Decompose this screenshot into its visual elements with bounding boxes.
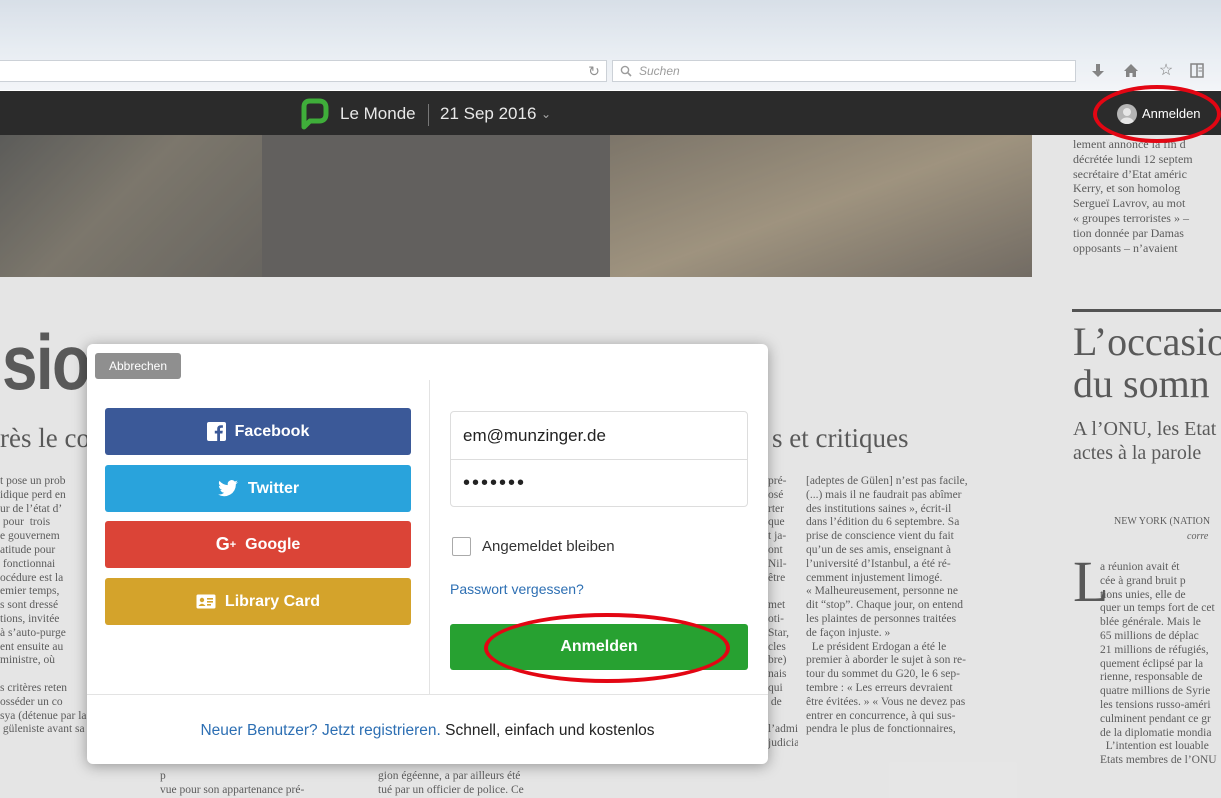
divider — [451, 459, 747, 460]
divider — [428, 104, 429, 126]
password-field[interactable]: ••••••• — [463, 461, 743, 505]
register-tagline: Schnell, einfach und kostenlos — [440, 722, 655, 739]
issue-date-selector[interactable]: 21 Sep 2016 — [440, 101, 536, 127]
register-row: Neuer Benutzer? Jetzt registrieren. Schn… — [87, 719, 768, 743]
divider — [429, 380, 430, 694]
chevron-down-icon[interactable]: ⌄ — [541, 101, 551, 127]
twitter-login-label: Twitter — [247, 479, 300, 497]
divider — [87, 694, 768, 695]
facebook-login-button[interactable]: Facebook — [105, 408, 411, 455]
publication-title[interactable]: Le Monde — [340, 101, 416, 127]
email-field[interactable]: em@munzinger.de — [463, 414, 743, 458]
facebook-login-label: Facebook — [234, 422, 310, 440]
library-card-login-label: Library Card — [224, 592, 321, 610]
reader-header — [0, 91, 1221, 135]
pressreader-logo-icon — [298, 98, 330, 130]
google-login-button[interactable]: G + Google — [105, 521, 411, 568]
google-login-label: Google — [245, 535, 301, 553]
remember-me-checkbox[interactable] — [452, 537, 471, 556]
twitter-bird-icon — [217, 479, 239, 498]
remember-me-label[interactable]: Angemeldet bleiben — [482, 536, 615, 558]
highlight-circle — [1093, 85, 1221, 143]
forgot-password-link[interactable]: Passwort vergessen? — [450, 578, 584, 600]
library-card-login-button[interactable]: Library Card — [105, 578, 411, 625]
library-card-icon — [196, 594, 216, 609]
cancel-button[interactable]: Abbrechen — [95, 353, 181, 379]
google-plus-icon: G + — [215, 534, 237, 554]
twitter-login-button[interactable]: Twitter — [105, 465, 411, 512]
facebook-icon — [206, 422, 226, 441]
register-link[interactable]: Neuer Benutzer? Jetzt registrieren. — [200, 722, 440, 739]
highlight-circle — [484, 613, 730, 683]
